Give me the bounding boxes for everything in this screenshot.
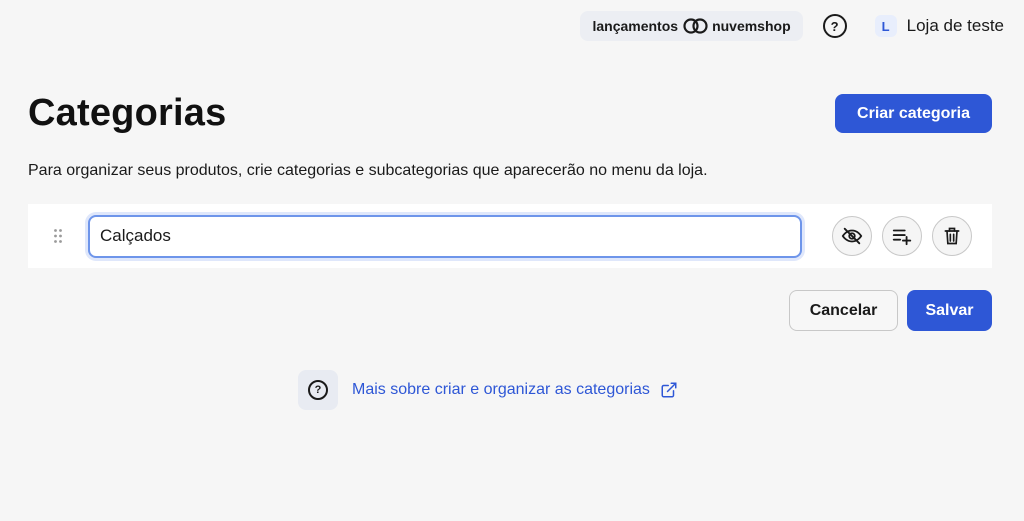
help-link-text: Mais sobre criar e organizar as categori… bbox=[352, 381, 650, 398]
category-row bbox=[28, 204, 992, 268]
create-category-button[interactable]: Criar categoria bbox=[835, 94, 992, 133]
page-description: Para organizar seus produtos, crie categ… bbox=[28, 162, 708, 179]
category-name-input[interactable] bbox=[88, 214, 802, 258]
page-title: Categorias bbox=[28, 92, 227, 134]
cancel-button[interactable]: Cancelar bbox=[789, 290, 898, 331]
question-circle-icon: ? bbox=[308, 380, 328, 400]
eye-off-icon bbox=[841, 227, 863, 245]
add-subcategory-button[interactable] bbox=[882, 216, 922, 256]
add-subcategory-icon bbox=[892, 229, 912, 246]
brand-name: nuvemshop bbox=[712, 18, 791, 34]
top-bar: lançamentos nuvemshop ? L Loja de teste bbox=[0, 10, 1004, 42]
help-section: ? Mais sobre criar e organizar as catego… bbox=[298, 370, 678, 410]
nuvemshop-logo-icon bbox=[683, 18, 708, 34]
help-icon-box: ? bbox=[298, 370, 338, 410]
news-badge[interactable]: lançamentos nuvemshop bbox=[580, 11, 803, 41]
delete-category-button[interactable] bbox=[932, 216, 972, 256]
brand-logo: nuvemshop bbox=[683, 17, 791, 35]
trash-icon bbox=[944, 227, 960, 245]
store-name: Loja de teste bbox=[906, 16, 1004, 35]
avatar: L bbox=[874, 15, 897, 37]
external-link-icon bbox=[661, 382, 677, 398]
news-label: lançamentos bbox=[592, 18, 679, 34]
row-actions bbox=[832, 216, 972, 256]
drag-handle-icon[interactable] bbox=[28, 228, 88, 244]
help-link[interactable]: Mais sobre criar e organizar as categori… bbox=[352, 381, 678, 399]
store-menu[interactable]: L Loja de teste bbox=[874, 15, 1004, 37]
toggle-visibility-button[interactable] bbox=[832, 216, 872, 256]
help-icon[interactable]: ? bbox=[822, 14, 847, 38]
save-button[interactable]: Salvar bbox=[907, 290, 992, 331]
